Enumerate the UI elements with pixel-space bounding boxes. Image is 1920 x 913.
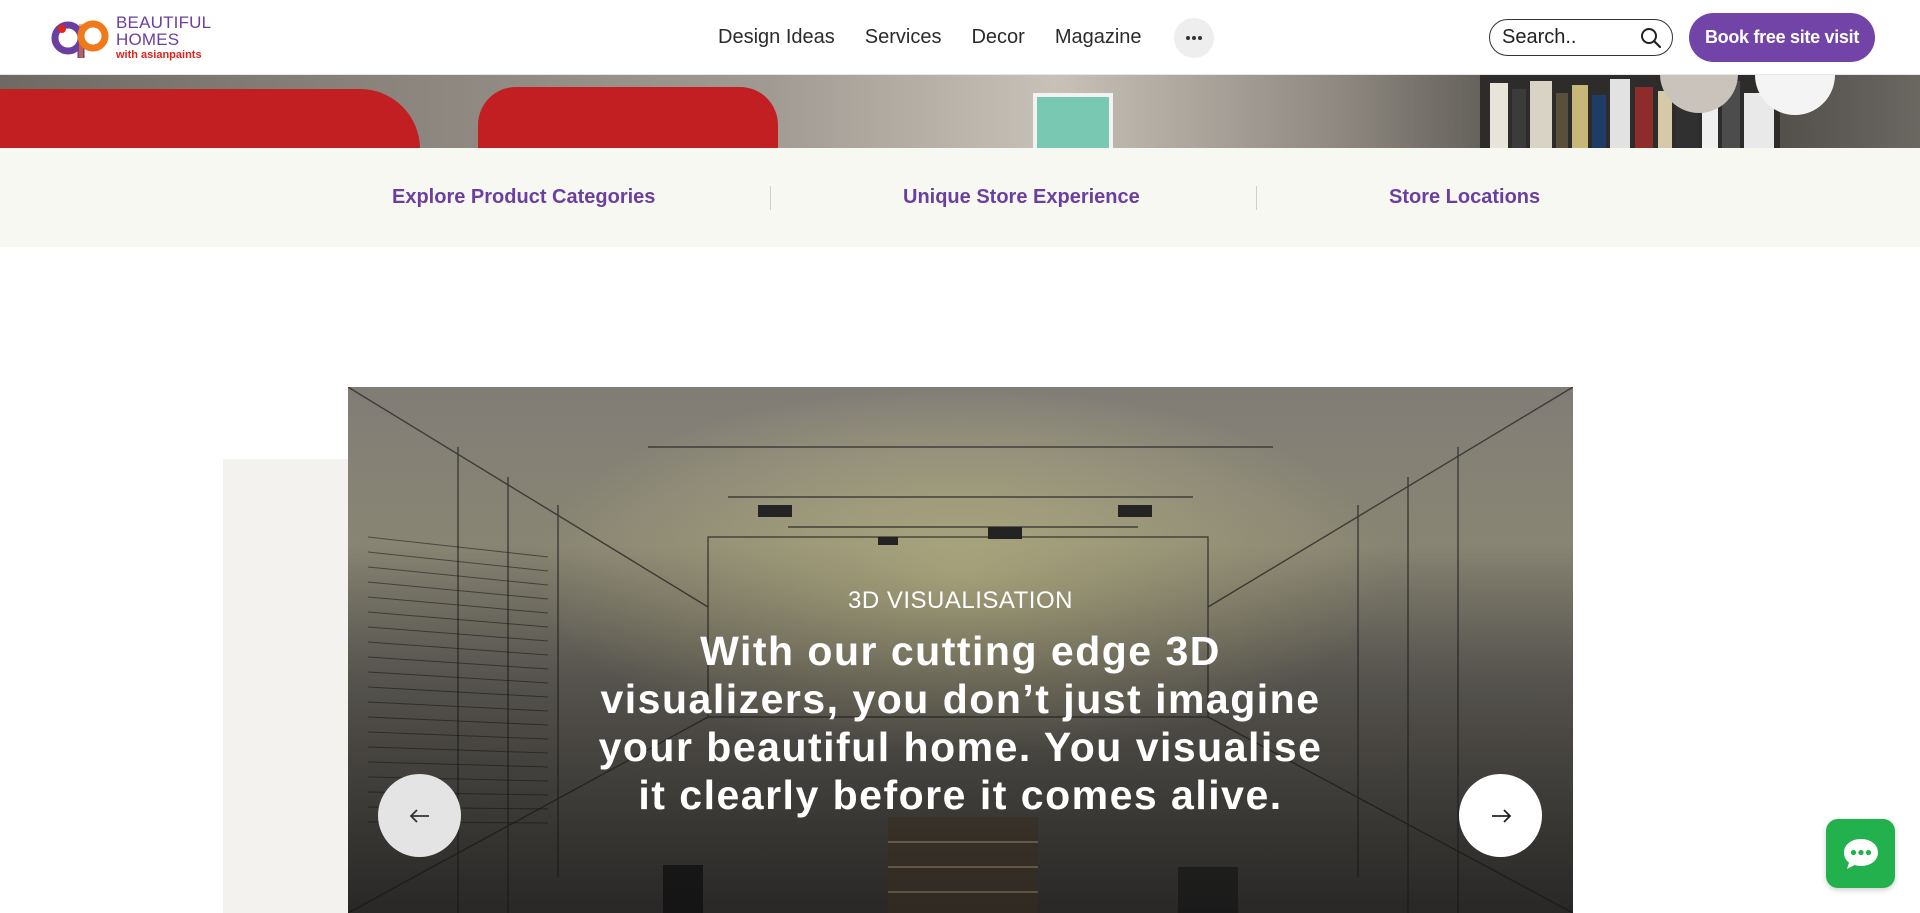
logo-wordmark: BEAUTIFUL HOMES with asianpaints (116, 14, 211, 61)
store-subnav: Explore Product Categories Unique Store … (0, 148, 1920, 247)
subnav-store-locations[interactable]: Store Locations (1389, 148, 1540, 247)
subnav-store-experience[interactable]: Unique Store Experience (903, 148, 1140, 247)
visualisation-slide: 3D VISUALISATION With our cutting edge 3… (348, 387, 1573, 913)
book-site-visit-button[interactable]: Book free site visit (1689, 13, 1875, 62)
nav-decor[interactable]: Decor (971, 26, 1024, 49)
nav-services[interactable]: Services (865, 26, 942, 49)
teal-cube (1033, 93, 1113, 148)
page: BEAUTIFUL HOMES with asianpaints Design … (0, 0, 1920, 913)
slide-eyebrow: 3D VISUALISATION (848, 587, 1073, 614)
slider-prev-button[interactable] (378, 774, 461, 857)
search-input[interactable] (1502, 26, 1632, 49)
subnav-divider (1256, 186, 1257, 210)
nav-magazine[interactable]: Magazine (1055, 26, 1142, 49)
subnav-divider (770, 186, 771, 210)
site-header: BEAUTIFUL HOMES with asianpaints Design … (0, 0, 1920, 75)
more-menu-button[interactable] (1173, 17, 1214, 58)
logo-line-2: HOMES (116, 29, 180, 49)
red-chair-left (0, 89, 420, 148)
chat-bubble-icon (1843, 838, 1878, 869)
slide-heading: With our cutting edge 3D visualizers, yo… (598, 628, 1323, 818)
search-icon[interactable] (1640, 27, 1662, 49)
arrow-right-icon (1491, 808, 1511, 823)
search-box (1489, 19, 1673, 56)
logo-mark-icon (51, 20, 109, 58)
chat-button[interactable] (1826, 819, 1895, 888)
subnav-explore-categories[interactable]: Explore Product Categories (392, 148, 655, 247)
hero-image-strip (0, 75, 1920, 148)
main-nav: Design Ideas Services Decor Magazine (718, 0, 1214, 75)
slider-next-button[interactable] (1459, 774, 1542, 857)
logo-line-3: with asianpaints (116, 48, 202, 61)
slider-side-panel (223, 459, 349, 913)
nav-design-ideas[interactable]: Design Ideas (718, 26, 835, 49)
logo-line-1: BEAUTIFUL (116, 12, 212, 32)
ellipsis-icon (1185, 35, 1202, 40)
brand-logo[interactable]: BEAUTIFUL HOMES with asianpaints (48, 12, 224, 62)
red-chair-right (478, 87, 778, 148)
arrow-left-icon (409, 808, 429, 823)
